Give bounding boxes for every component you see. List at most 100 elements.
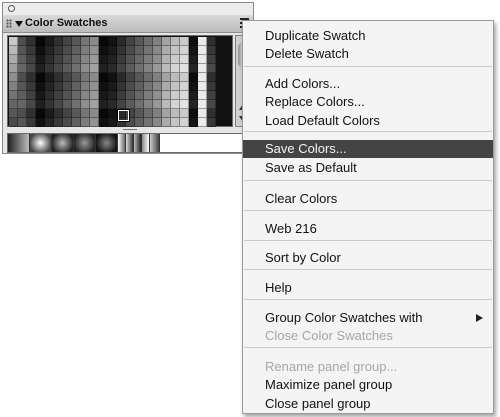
color-swatch[interactable] (18, 109, 27, 118)
color-swatch[interactable] (162, 118, 171, 127)
color-swatch[interactable] (198, 46, 207, 55)
color-swatch[interactable] (153, 73, 162, 82)
color-swatch[interactable] (90, 91, 99, 100)
color-swatch[interactable] (108, 118, 117, 127)
color-swatch[interactable] (54, 64, 63, 73)
color-swatch[interactable] (63, 46, 72, 55)
color-swatch[interactable] (63, 118, 72, 127)
color-swatch[interactable] (99, 100, 108, 109)
color-swatch[interactable] (9, 64, 18, 73)
color-swatch[interactable] (72, 46, 81, 55)
color-swatch[interactable] (27, 100, 36, 109)
color-swatch[interactable] (117, 100, 126, 109)
color-swatch[interactable] (198, 91, 207, 100)
color-swatch[interactable] (189, 91, 198, 100)
color-swatch[interactable] (27, 91, 36, 100)
color-swatch[interactable] (180, 46, 189, 55)
color-swatch[interactable] (54, 46, 63, 55)
color-swatch[interactable] (180, 37, 189, 46)
color-swatch[interactable] (63, 82, 72, 91)
color-swatch[interactable] (135, 55, 144, 64)
color-swatch[interactable] (207, 55, 216, 64)
color-swatch[interactable] (45, 37, 54, 46)
color-swatch[interactable] (18, 37, 27, 46)
color-swatch[interactable] (36, 55, 45, 64)
color-swatch[interactable] (135, 37, 144, 46)
color-swatch[interactable] (54, 100, 63, 109)
color-swatch[interactable] (198, 100, 207, 109)
color-swatch[interactable] (207, 82, 216, 91)
color-swatch[interactable] (171, 100, 180, 109)
color-swatch[interactable] (90, 64, 99, 73)
color-swatch[interactable] (153, 118, 162, 127)
color-swatch[interactable] (36, 46, 45, 55)
color-swatch[interactable] (207, 91, 216, 100)
color-swatch[interactable] (171, 55, 180, 64)
color-swatch[interactable] (153, 82, 162, 91)
color-swatch[interactable] (18, 82, 27, 91)
color-swatch[interactable] (171, 46, 180, 55)
color-swatch[interactable] (144, 55, 153, 64)
panel-title-bar[interactable]: Color Swatches (3, 15, 253, 33)
gradient-swatch[interactable] (118, 134, 126, 152)
color-swatch[interactable] (90, 55, 99, 64)
color-swatch[interactable] (198, 109, 207, 118)
color-swatch[interactable] (9, 109, 18, 118)
selected-swatch[interactable] (117, 109, 130, 122)
color-swatch[interactable] (63, 55, 72, 64)
color-swatch[interactable] (180, 100, 189, 109)
color-swatch[interactable] (153, 46, 162, 55)
color-swatch[interactable] (171, 82, 180, 91)
color-swatch[interactable] (117, 73, 126, 82)
color-swatch[interactable] (9, 82, 18, 91)
color-swatch[interactable] (126, 55, 135, 64)
gradient-swatch[interactable] (142, 134, 150, 152)
color-swatch[interactable] (162, 82, 171, 91)
color-swatch[interactable] (198, 82, 207, 91)
color-swatch[interactable] (207, 109, 216, 118)
color-swatch[interactable] (144, 64, 153, 73)
color-swatch[interactable] (180, 64, 189, 73)
color-swatch[interactable] (189, 46, 198, 55)
color-swatch[interactable] (99, 118, 108, 127)
color-swatch[interactable] (45, 46, 54, 55)
color-swatch[interactable] (189, 100, 198, 109)
color-swatch[interactable] (117, 91, 126, 100)
color-swatch[interactable] (99, 91, 108, 100)
gradient-swatch[interactable] (30, 134, 52, 152)
gradient-swatch[interactable] (8, 134, 30, 152)
color-swatch[interactable] (189, 55, 198, 64)
color-swatch[interactable] (81, 109, 90, 118)
color-swatch[interactable] (144, 91, 153, 100)
color-swatch[interactable] (180, 118, 189, 127)
color-swatch[interactable] (99, 109, 108, 118)
color-swatch[interactable] (63, 73, 72, 82)
gradient-swatch[interactable] (52, 134, 74, 152)
color-swatch[interactable] (72, 109, 81, 118)
color-swatch[interactable] (135, 118, 144, 127)
color-swatch[interactable] (108, 100, 117, 109)
color-swatch[interactable] (72, 55, 81, 64)
color-swatch[interactable] (45, 73, 54, 82)
color-swatch[interactable] (144, 82, 153, 91)
color-swatch[interactable] (54, 91, 63, 100)
color-swatch[interactable] (117, 64, 126, 73)
color-swatch[interactable] (45, 100, 54, 109)
menu-item-delete-swatch[interactable]: Delete Swatch (243, 45, 493, 63)
menu-item-web-216[interactable]: Web 216 (243, 220, 493, 238)
color-swatch[interactable] (126, 91, 135, 100)
collapse-triangle-icon[interactable] (15, 21, 23, 27)
grip-icon[interactable] (6, 19, 12, 28)
color-swatch[interactable] (153, 109, 162, 118)
color-swatch[interactable] (117, 46, 126, 55)
color-swatch[interactable] (108, 73, 117, 82)
color-swatch[interactable] (126, 100, 135, 109)
color-swatch[interactable] (90, 73, 99, 82)
color-swatch[interactable] (9, 46, 18, 55)
menu-item-save-as-default[interactable]: Save as Default (243, 159, 493, 177)
color-swatch[interactable] (126, 46, 135, 55)
color-swatch[interactable] (162, 100, 171, 109)
color-swatch[interactable] (72, 91, 81, 100)
color-swatch[interactable] (99, 37, 108, 46)
color-swatch[interactable] (189, 109, 198, 118)
